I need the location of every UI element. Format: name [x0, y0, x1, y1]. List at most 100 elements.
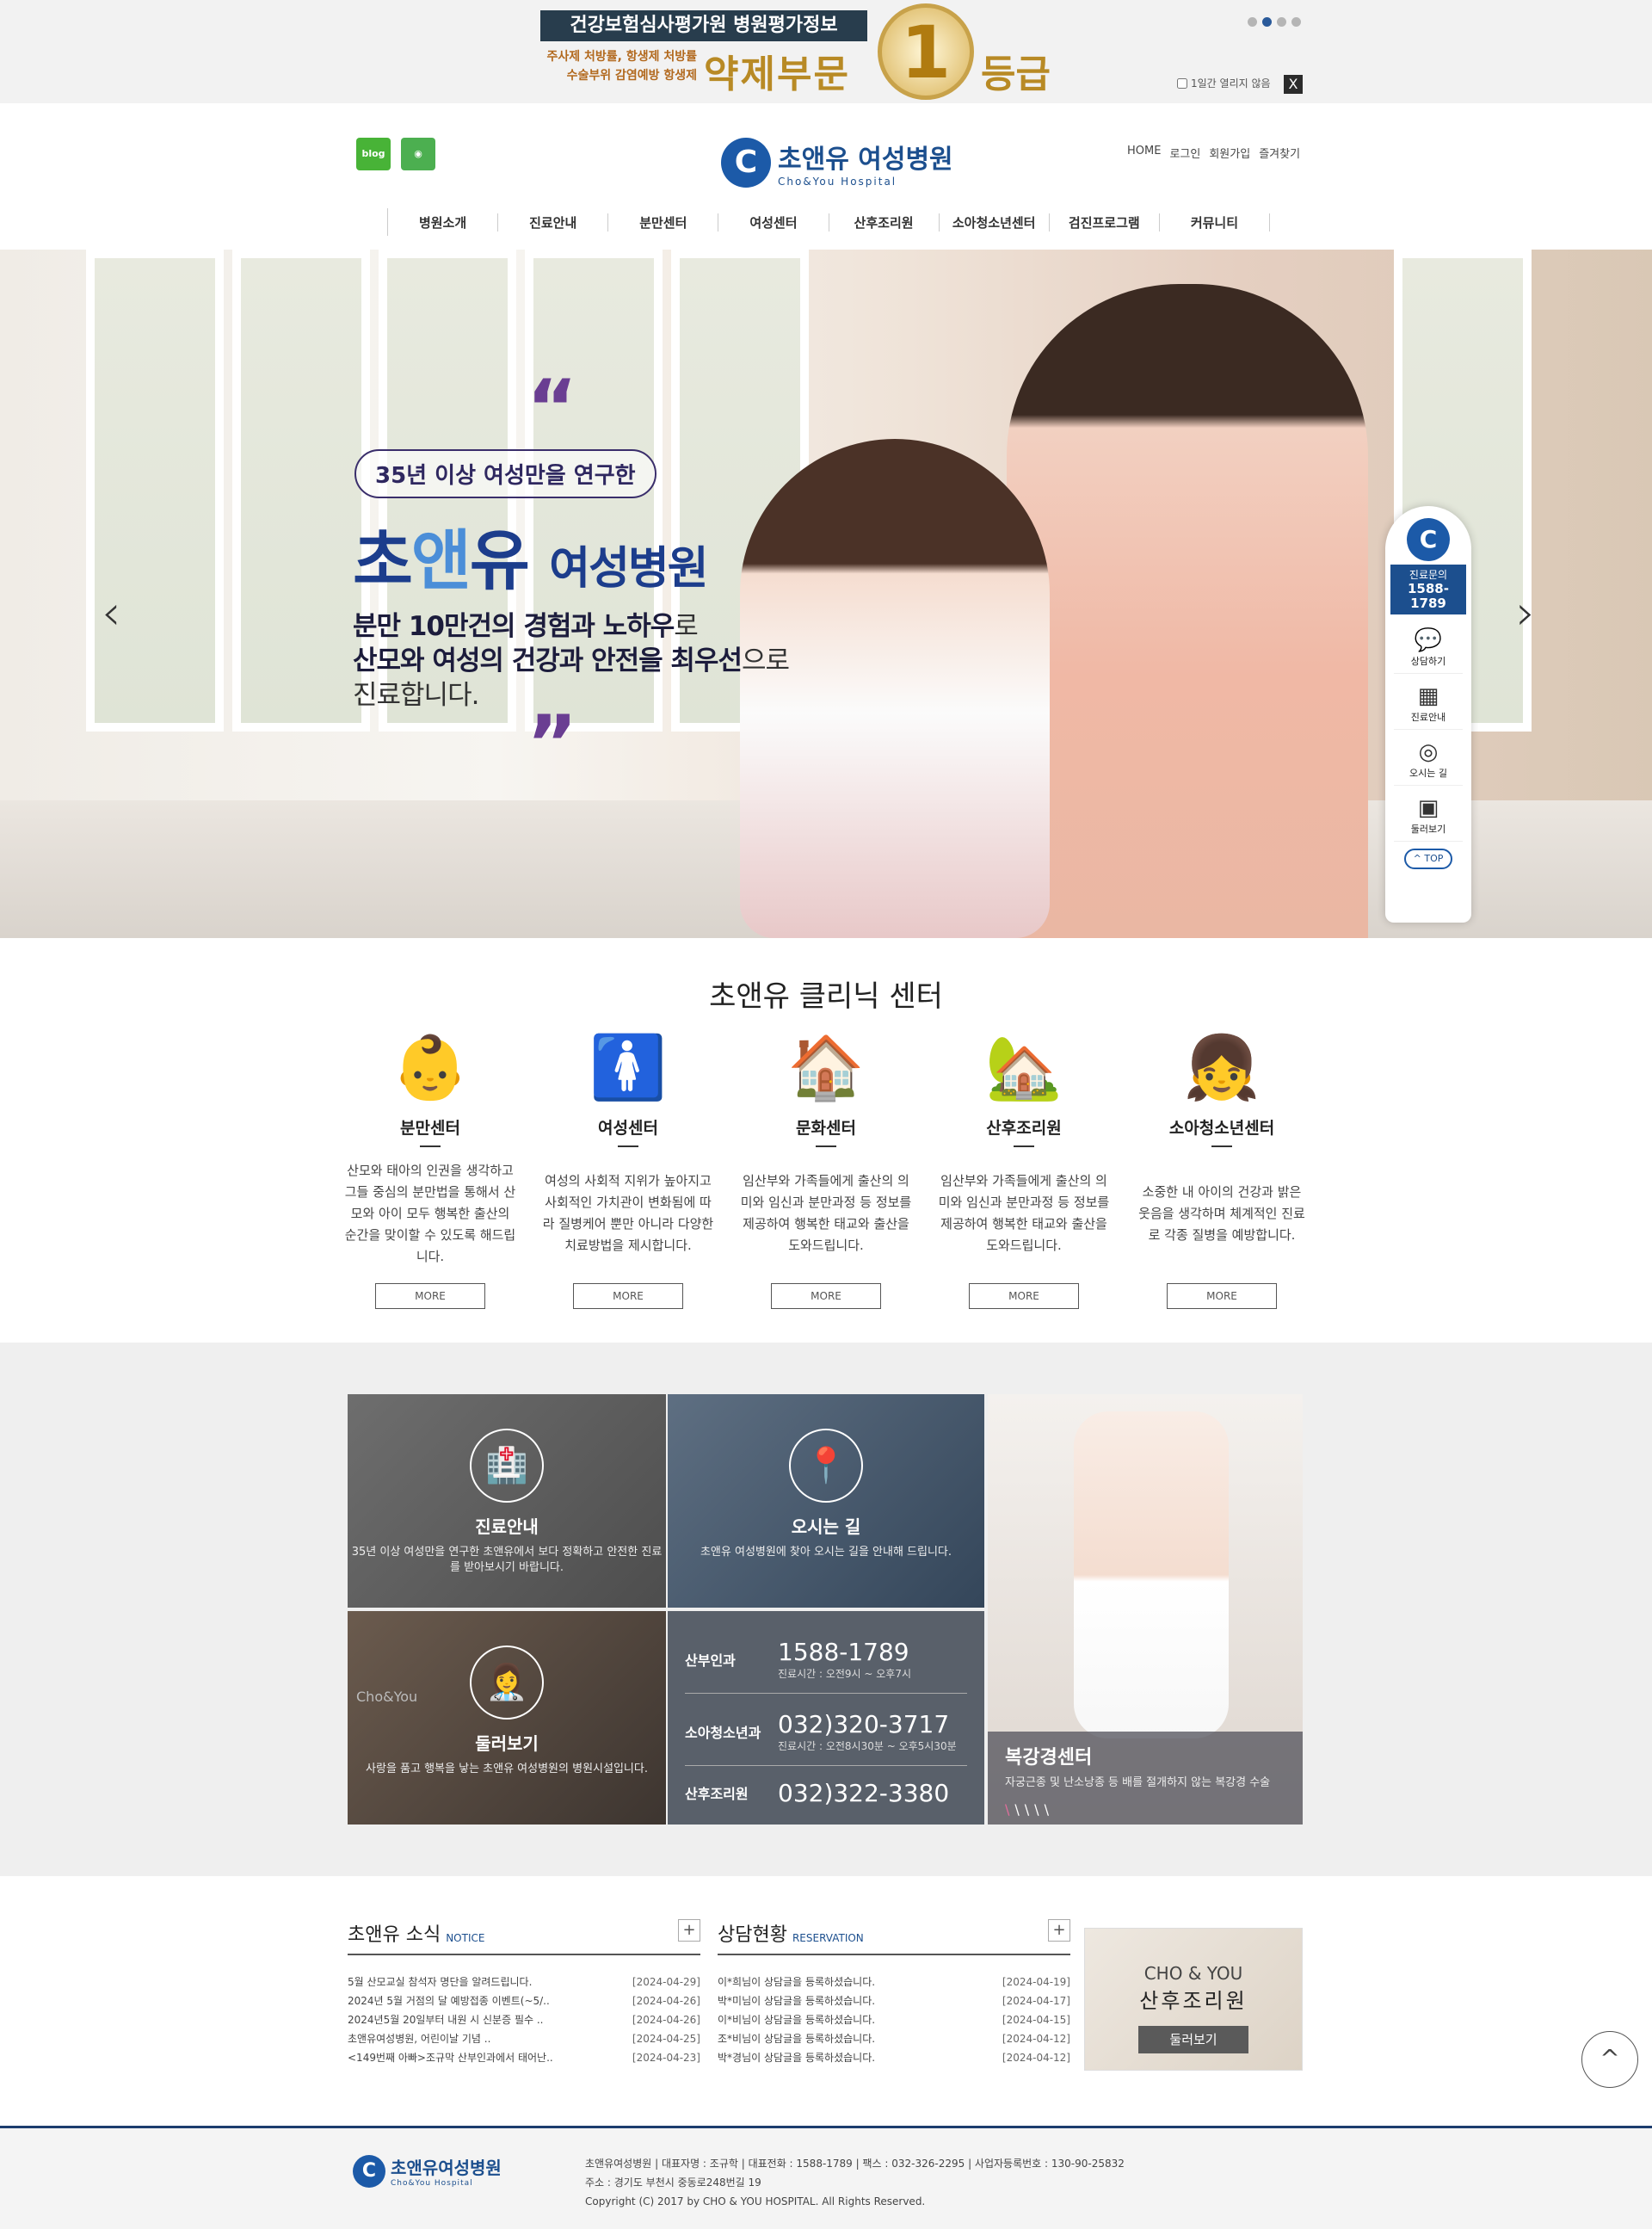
quick-tel-box[interactable]: 진료문의 1588-1789: [1390, 565, 1466, 614]
quick-tel-number: 1588-1789: [1408, 581, 1449, 611]
phone-row-pediatric[interactable]: 소아청소년과 032)320-3717 진료시간 : 오전8시30분 ~ 오후5…: [685, 1697, 967, 1766]
list-item[interactable]: 박*경님이 상담글을 등록하셨습니다. [2024-04-12]: [718, 2048, 1070, 2067]
center-description: 소중한 내 아이의 건강과 밝은 웃음을 생각하며 체계적인 진료로 각종 질병…: [1138, 1183, 1305, 1243]
hide-one-day-option[interactable]: 1일간 열리지 않음: [1177, 76, 1271, 90]
board-title: 상담현황: [718, 1924, 787, 1946]
post-date: [2024-04-12]: [1002, 2033, 1070, 2045]
util-signup-link[interactable]: 회원가입: [1209, 145, 1250, 161]
quick-guide-button[interactable]: ▦ 진료안내: [1394, 674, 1463, 730]
nav-checkup-program[interactable]: 검진프로그램: [1050, 213, 1160, 232]
post-title[interactable]: 5월 산모교실 참석자 명단을 알려드립니다.: [348, 1973, 532, 1991]
girl-icon: 👧: [1183, 1031, 1261, 1103]
more-button[interactable]: MORE: [771, 1283, 881, 1309]
tile-laparoscopy[interactable]: 복강경센터 자궁근종 및 난소낭종 등 배를 절개하지 않는 복강경 수술 \\…: [988, 1394, 1303, 1825]
list-item[interactable]: 2024년5월 20일부터 내원 시 신분증 필수 .. [2024-04-26]: [348, 2010, 700, 2029]
list-item[interactable]: 이*희님이 상담글을 등록하셨습니다. [2024-04-19]: [718, 1973, 1070, 1991]
list-item[interactable]: 조*비님이 상담글을 등록하셨습니다. [2024-04-12]: [718, 2029, 1070, 2048]
pager-dot[interactable]: [1248, 17, 1257, 27]
hide-one-day-checkbox[interactable]: [1177, 77, 1187, 89]
util-login-link[interactable]: 로그인: [1169, 145, 1200, 161]
post-title[interactable]: 박*미님이 상담글을 등록하셨습니다.: [718, 1991, 875, 2010]
quick-item-label: 진료안내: [1410, 712, 1446, 723]
post-title[interactable]: 조*비님이 상담글을 등록하셨습니다.: [718, 2029, 875, 2048]
post-title[interactable]: 이*비님이 상담글을 등록하셨습니다.: [718, 2010, 875, 2029]
post-date: [2024-04-26]: [632, 1995, 700, 2007]
instagram-link-icon[interactable]: ◉: [401, 138, 435, 170]
list-item[interactable]: 초앤유여성병원, 어린이날 기념 .. [2024-04-25]: [348, 2029, 700, 2048]
util-bookmark-link[interactable]: 즐겨찾기: [1259, 145, 1300, 161]
nav-women-center[interactable]: 여성센터: [718, 213, 829, 232]
post-title[interactable]: 박*경님이 상담글을 등록하셨습니다.: [718, 2048, 875, 2067]
divider: [1014, 1145, 1034, 1147]
nav-pediatric-center[interactable]: 소아청소년센터: [940, 213, 1050, 232]
pager-dot-active[interactable]: [1262, 17, 1272, 27]
more-button[interactable]: MORE: [573, 1283, 683, 1309]
nav-community[interactable]: 커뮤니티: [1160, 213, 1270, 232]
hero-description: 분만 10만건의 경험과 노하우로 산모와 여성의 건강과 안전을 최우선으로 …: [353, 609, 790, 713]
blog-link-icon[interactable]: blog: [356, 138, 391, 170]
hero-title-part: 여성병원: [549, 543, 708, 595]
list-item[interactable]: <149번째 아빠>조규막 산부인과에서 태어난.. [2024-04-23]: [348, 2048, 700, 2067]
board-subtitle: NOTICE: [446, 1932, 485, 1944]
prev-slide-chevron-left-icon[interactable]: ‹: [102, 585, 136, 641]
quick-consult-button[interactable]: 💬 상담하기: [1394, 618, 1463, 674]
post-date: [2024-04-25]: [632, 2033, 700, 2045]
divider: [618, 1145, 638, 1147]
tile-treatment-guide[interactable]: 🏥 진료안내 35년 이상 여성만을 연구한 초앤유에서 보다 정확하고 안전한…: [348, 1394, 666, 1608]
site-logo[interactable]: C 초앤유 여성병원 Cho&You Hospital: [721, 138, 953, 188]
hero-desc-bold: 산모와 여성의 건강과 안전을 최우선: [353, 645, 743, 676]
phone-row-obgyn[interactable]: 산부인과 1588-1789 진료시간 : 오전9시 ~ 오후7시: [685, 1625, 967, 1694]
more-button[interactable]: MORE: [969, 1283, 1079, 1309]
next-slide-chevron-right-icon[interactable]: ›: [1516, 585, 1550, 641]
quick-tour-button[interactable]: ▣ 둘러보기: [1394, 786, 1463, 842]
scroll-top-button[interactable]: ^ TOP: [1404, 849, 1452, 869]
notice-list: 5월 산모교실 참석자 명단을 알려드립니다. [2024-04-29] 2024…: [348, 1973, 700, 2067]
phone-number: 032)322-3380: [778, 1778, 950, 1807]
list-item[interactable]: 2024년 5월 거점의 달 예방접종 이벤트(~5/.. [2024-04-26…: [348, 1991, 700, 2010]
phone-row-postnatal[interactable]: 산후조리원 032)322-3380: [685, 1771, 967, 1814]
more-plus-icon[interactable]: +: [678, 1919, 700, 1942]
post-title[interactable]: <149번째 아빠>조규막 산부인과에서 태어난..: [348, 2048, 553, 2067]
list-item[interactable]: 5월 산모교실 참석자 명단을 알려드립니다. [2024-04-29]: [348, 1973, 700, 1991]
pager-dot[interactable]: [1291, 17, 1301, 27]
slide-indicator[interactable]: \\\\\: [1005, 1801, 1285, 1818]
calendar-icon: ▦: [1417, 683, 1439, 709]
nav-postnatal-care[interactable]: 산후조리원: [829, 213, 940, 232]
section-title: 초앤유 클리닉 센터: [709, 979, 943, 1014]
nav-hospital-intro[interactable]: 병원소개: [388, 213, 499, 232]
pager-dot[interactable]: [1277, 17, 1286, 27]
hero-mother-image: [1007, 284, 1368, 938]
util-home-link[interactable]: HOME: [1127, 145, 1161, 161]
footer-logo-korean: 초앤유여성병원: [391, 2158, 502, 2178]
post-title[interactable]: 이*희님이 상담글을 등록하셨습니다.: [718, 1973, 875, 1991]
center-item-culture: 🏠 문화센터 임산부와 가족들에게 출산의 의미와 임신과 분만과정 등 정보를…: [740, 1024, 912, 1309]
phone-label: 산후조리원: [685, 1786, 749, 1802]
post-date: [2024-04-12]: [1002, 2052, 1070, 2064]
hero-title-part: 유: [469, 522, 530, 599]
nav-treatment-guide[interactable]: 진료안내: [498, 213, 609, 232]
postnatal-tour-button[interactable]: 둘러보기: [1138, 2026, 1248, 2053]
top-banner[interactable]: 건강보험심사평가원 병원평가정보 주사제 처방률, 항생제 처방률 수술부위 감…: [0, 0, 1652, 103]
post-title[interactable]: 2024년5월 20일부터 내원 시 신분증 필수 ..: [348, 2010, 543, 2029]
list-item[interactable]: 이*비님이 상담글을 등록하셨습니다. [2024-04-15]: [718, 2010, 1070, 2029]
more-plus-icon[interactable]: +: [1048, 1919, 1070, 1942]
laparoscopy-caption: 복강경센터 자궁근종 및 난소낭종 등 배를 절개하지 않는 복강경 수술 \\…: [988, 1732, 1303, 1825]
post-title[interactable]: 2024년 5월 거점의 달 예방접종 이벤트(~5/..: [348, 1991, 550, 2010]
nav-delivery-center[interactable]: 분만센터: [608, 213, 719, 232]
more-button[interactable]: MORE: [1167, 1283, 1277, 1309]
banner-pager[interactable]: [1248, 17, 1301, 27]
tile-title: 둘러보기: [475, 1733, 539, 1754]
list-item[interactable]: 박*미님이 상담글을 등록하셨습니다. [2024-04-17]: [718, 1991, 1070, 2010]
center-description: 임산부와 가족들에게 출산의 의미와 임신과 분만과정 등 정보를 제공하여 행…: [938, 1173, 1110, 1253]
quick-map-button[interactable]: ◎ 오시는 길: [1394, 730, 1463, 786]
postnatal-banner[interactable]: CHO & YOU 산후조리원 둘러보기: [1084, 1928, 1303, 2071]
post-date: [2024-04-26]: [632, 2014, 700, 2026]
post-title[interactable]: 초앤유여성병원, 어린이날 기념 ..: [348, 2029, 490, 2048]
banner-close-button[interactable]: X: [1284, 75, 1303, 94]
more-button[interactable]: MORE: [375, 1283, 485, 1309]
scroll-top-chevron-up-icon[interactable]: ^: [1581, 2031, 1638, 2088]
tile-directions[interactable]: 📍 오시는 길 초앤유 여성병원에 찾아 오시는 길을 안내해 드립니다.: [668, 1394, 984, 1608]
family-house-icon: 🏠: [787, 1031, 865, 1103]
tile-tour[interactable]: Cho&You 👩‍⚕️ 둘러보기 사랑을 품고 행복을 낳는 초앤유 여성병원…: [348, 1611, 666, 1825]
phone-number: 1588-1789: [778, 1637, 909, 1666]
